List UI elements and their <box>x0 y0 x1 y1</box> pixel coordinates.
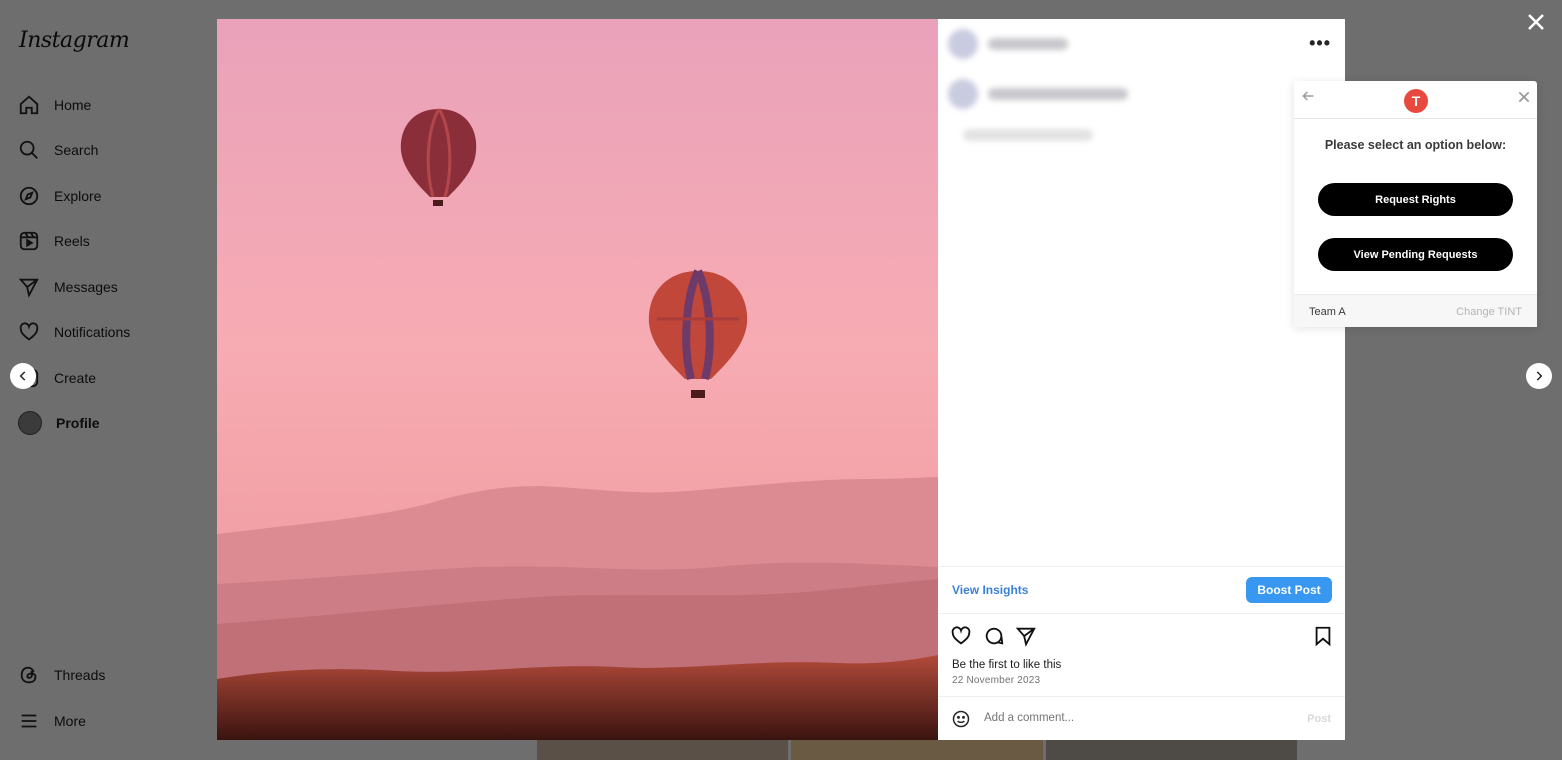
sidebar-item-label: Threads <box>54 667 106 683</box>
sidebar-item-label: Reels <box>54 233 90 249</box>
comment-bar: Post <box>938 696 1345 741</box>
sidebar-item-label: Profile <box>56 415 100 431</box>
sidebar-item-home[interactable]: Home <box>18 93 91 117</box>
boost-post-button[interactable]: Boost Post <box>1246 577 1332 603</box>
tint-logo: T <box>1404 89 1428 113</box>
close-icon[interactable] <box>1517 90 1531 104</box>
share-button[interactable] <box>1015 625 1037 647</box>
author-name <box>988 38 1068 50</box>
request-rights-button[interactable]: Request Rights <box>1318 183 1513 216</box>
close-modal-button[interactable] <box>1524 10 1548 34</box>
send-icon <box>1015 627 1036 647</box>
comment-button[interactable] <box>983 625 1005 647</box>
post-image <box>217 19 938 740</box>
close-icon <box>1528 14 1544 30</box>
sidebar-item-explore[interactable]: Explore <box>18 184 101 208</box>
instagram-logo[interactable]: Instagram <box>19 28 130 53</box>
comment-input[interactable] <box>984 712 1284 724</box>
tint-header: T <box>1294 81 1537 119</box>
caption-meta <box>963 129 1093 141</box>
post-date[interactable]: 22 November 2023 <box>952 675 1040 686</box>
save-button[interactable] <box>1312 625 1334 647</box>
change-tint-link[interactable]: Change TINT <box>1456 306 1522 318</box>
caption-text <box>988 88 1128 100</box>
heart-icon <box>19 322 39 341</box>
chevron-right-icon <box>1536 371 1543 381</box>
post-comment-button[interactable]: Post <box>1307 713 1331 725</box>
post-author-header[interactable] <box>948 29 1068 59</box>
menu-icon <box>21 714 37 728</box>
grid-thumbnail <box>1045 740 1297 760</box>
team-name: Team A <box>1309 306 1346 318</box>
reels-icon <box>19 231 39 251</box>
post-details-panel: ••• View Insights Boost Post Be the firs… <box>938 19 1345 740</box>
sidebar-item-profile[interactable]: Profile <box>18 411 100 435</box>
profile-grid-peek <box>537 740 1297 760</box>
next-post-button[interactable] <box>1526 363 1552 389</box>
sidebar-item-reels[interactable]: Reels <box>18 229 90 253</box>
sidebar-item-search[interactable]: Search <box>18 138 98 162</box>
chevron-left-icon <box>19 371 26 381</box>
insights-row: View Insights Boost Post <box>938 566 1345 614</box>
sidebar-item-label: Explore <box>54 188 102 204</box>
avatar <box>948 29 978 59</box>
view-insights-link[interactable]: View Insights <box>952 583 1028 597</box>
avatar <box>948 79 978 109</box>
bookmark-icon <box>1315 626 1331 647</box>
home-icon <box>19 95 39 115</box>
caption-row <box>948 79 1128 109</box>
likes-text: Be the first to like this <box>952 659 1062 671</box>
sidebar-item-label: Create <box>54 370 97 386</box>
tint-popup: T Please select an option below: Request… <box>1294 81 1537 327</box>
sidebar-item-threads[interactable]: Threads <box>18 663 105 687</box>
sidebar-item-more[interactable]: More <box>18 709 86 733</box>
sidebar-item-label: Notifications <box>54 324 131 340</box>
previous-post-button[interactable] <box>10 363 36 389</box>
compass-icon <box>19 186 39 206</box>
caption-meta-bar <box>963 129 1093 141</box>
tint-prompt: Please select an option below: <box>1324 138 1507 152</box>
search-icon <box>19 140 38 159</box>
view-pending-requests-button[interactable]: View Pending Requests <box>1318 238 1513 271</box>
sidebar-item-label: More <box>54 713 86 729</box>
grid-thumbnail <box>791 740 1043 760</box>
comment-icon <box>985 627 1004 645</box>
send-icon <box>18 278 39 298</box>
sidebar-item-label: Search <box>54 142 99 158</box>
sidebar-item-notifications[interactable]: Notifications <box>18 320 130 344</box>
avatar <box>18 411 42 435</box>
sidebar-item-messages[interactable]: Messages <box>18 275 118 299</box>
heart-icon <box>951 626 971 645</box>
sidebar-item-label: Home <box>54 97 92 113</box>
threads-icon <box>20 666 37 684</box>
like-button[interactable] <box>950 625 972 647</box>
grid-thumbnail <box>537 740 789 760</box>
emoji-icon[interactable] <box>951 709 971 729</box>
sidebar-item-label: Messages <box>54 279 118 295</box>
hot-air-balloon-photo <box>217 19 938 740</box>
back-arrow-icon[interactable] <box>1300 88 1316 104</box>
tint-footer: Team A Change TINT <box>1294 294 1537 327</box>
more-options-button[interactable]: ••• <box>1309 33 1331 54</box>
